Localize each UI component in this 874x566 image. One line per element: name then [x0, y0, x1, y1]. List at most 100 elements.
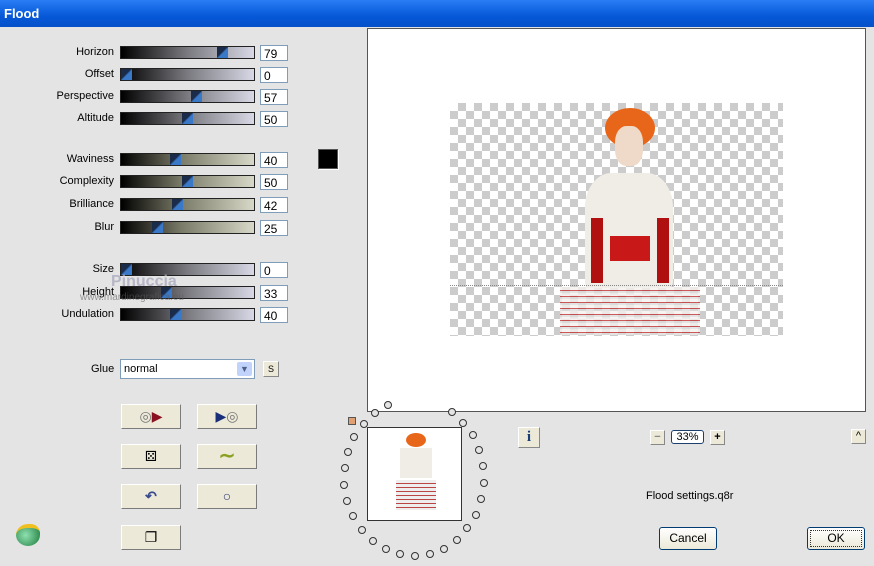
slider-label: Blur: [94, 221, 114, 233]
navigator-dot[interactable]: [463, 524, 472, 533]
value-field-size[interactable]: 0: [260, 262, 288, 278]
slider-thumb[interactable]: [170, 154, 181, 165]
slider-offset[interactable]: [120, 68, 255, 81]
slider-row-complexity: Complexity 50: [0, 174, 300, 190]
slider-thumb[interactable]: [170, 309, 181, 320]
value-field-brilliance[interactable]: 42: [260, 197, 288, 213]
navigator-dot[interactable]: [340, 480, 349, 489]
slider-undulation[interactable]: [120, 308, 255, 321]
collapse-button[interactable]: ^: [851, 429, 866, 444]
navigator-dot[interactable]: [396, 550, 405, 559]
navigator-dot[interactable]: [349, 512, 358, 521]
navigator-dot[interactable]: [479, 478, 488, 487]
slider-row-blur: Blur 25: [0, 220, 300, 236]
slider-label: Brilliance: [69, 198, 114, 210]
slider-row-brilliance: Brilliance 42: [0, 197, 300, 213]
navigator-handle[interactable]: [348, 417, 356, 425]
slider-thumb[interactable]: [217, 47, 228, 58]
navigator-dot[interactable]: [468, 431, 477, 440]
navigator-dot[interactable]: [381, 545, 390, 554]
reset-button[interactable]: ○: [197, 484, 257, 509]
undo-icon: ↶: [145, 488, 157, 504]
load-preset-button[interactable]: ◎▶: [121, 404, 181, 429]
slider-row-altitude: Altitude 50: [0, 111, 300, 127]
copy-button[interactable]: ❐: [121, 525, 181, 550]
slider-blur[interactable]: [120, 221, 255, 234]
navigator-dot[interactable]: [447, 408, 456, 417]
slider-brilliance[interactable]: [120, 198, 255, 211]
navigator-dot[interactable]: [357, 525, 366, 534]
slider-label: Altitude: [77, 112, 114, 124]
settings-filename: Flood settings.q8r: [646, 490, 734, 502]
value-field-waviness[interactable]: 40: [260, 152, 288, 168]
window-title: Flood: [4, 6, 40, 21]
watermark-url: www.mardinegrafica.eu: [80, 292, 184, 303]
slider-perspective[interactable]: [120, 90, 255, 103]
glue-select[interactable]: normal ▼: [120, 359, 255, 379]
dice-icon: ⚄: [144, 448, 158, 464]
glue-value: normal: [124, 363, 158, 375]
navigator-dot[interactable]: [459, 418, 468, 427]
undo-button[interactable]: ↶: [121, 484, 181, 509]
navigator-dot[interactable]: [343, 448, 352, 457]
navigator-dot[interactable]: [368, 537, 377, 546]
slider-label: Horizon: [76, 46, 114, 58]
ring-icon: ○: [222, 488, 232, 504]
value-field-complexity[interactable]: 50: [260, 174, 288, 190]
slider-thumb[interactable]: [182, 176, 193, 187]
watermark-name: Pinuccia: [111, 273, 177, 290]
slider-complexity[interactable]: [120, 175, 255, 188]
value-field-height[interactable]: 33: [260, 285, 288, 301]
chevron-down-icon[interactable]: ▼: [237, 362, 252, 376]
navigator-thumbnail[interactable]: [367, 427, 462, 521]
slider-row-offset: Offset 0: [0, 67, 300, 83]
navigator-dot[interactable]: [475, 446, 484, 455]
slider-label: Perspective: [56, 90, 114, 102]
zoom-out-button[interactable]: −: [650, 430, 665, 445]
slider-thumb[interactable]: [121, 69, 132, 80]
slider-altitude[interactable]: [120, 112, 255, 125]
color-swatch[interactable]: [318, 149, 338, 169]
navigator-dot[interactable]: [359, 419, 368, 428]
navigator-dot[interactable]: [479, 462, 488, 471]
preview-pane[interactable]: [367, 28, 866, 412]
slider-row-waviness: Waviness 40: [0, 152, 300, 168]
slider-label: Size: [92, 263, 114, 275]
horizon-line[interactable]: [450, 285, 783, 286]
slider-thumb[interactable]: [182, 113, 193, 124]
navigator-dot[interactable]: [410, 551, 419, 560]
navigator-dot[interactable]: [452, 535, 461, 544]
app-logo-icon: [16, 524, 40, 546]
slider-label: Complexity: [59, 175, 114, 187]
value-field-perspective[interactable]: 57: [260, 89, 288, 105]
navigator-dot[interactable]: [471, 510, 480, 519]
value-field-blur[interactable]: 25: [260, 220, 288, 236]
randomize-button[interactable]: ⚄: [121, 444, 181, 469]
slider-thumb[interactable]: [152, 222, 163, 233]
navigator-dot[interactable]: [477, 495, 486, 504]
navigator-dot[interactable]: [439, 544, 448, 553]
info-button[interactable]: i: [518, 427, 540, 448]
navigator-dot[interactable]: [425, 550, 434, 558]
ok-button[interactable]: OK: [807, 527, 865, 550]
value-field-altitude[interactable]: 50: [260, 111, 288, 127]
wave-button[interactable]: ∼: [197, 444, 257, 469]
navigator-dot[interactable]: [340, 464, 349, 473]
save-preset-button[interactable]: ▶◎: [197, 404, 257, 429]
value-field-undulation[interactable]: 40: [260, 307, 288, 323]
zoom-in-button[interactable]: +: [710, 430, 725, 445]
navigator-dot[interactable]: [350, 433, 359, 442]
value-field-horizon[interactable]: 79: [260, 45, 288, 61]
value-field-offset[interactable]: 0: [260, 67, 288, 83]
slider-waviness[interactable]: [120, 153, 255, 166]
slider-label: Waviness: [66, 153, 114, 165]
slider-thumb[interactable]: [172, 199, 183, 210]
slider-horizon[interactable]: [120, 46, 255, 59]
slider-label: Offset: [84, 68, 114, 80]
slider-thumb[interactable]: [191, 91, 202, 102]
cancel-button[interactable]: Cancel: [659, 527, 717, 550]
s-button[interactable]: S: [263, 361, 279, 377]
navigator-dot[interactable]: [371, 409, 380, 418]
title-bar: Flood: [0, 0, 874, 27]
navigator-dot[interactable]: [343, 497, 352, 506]
